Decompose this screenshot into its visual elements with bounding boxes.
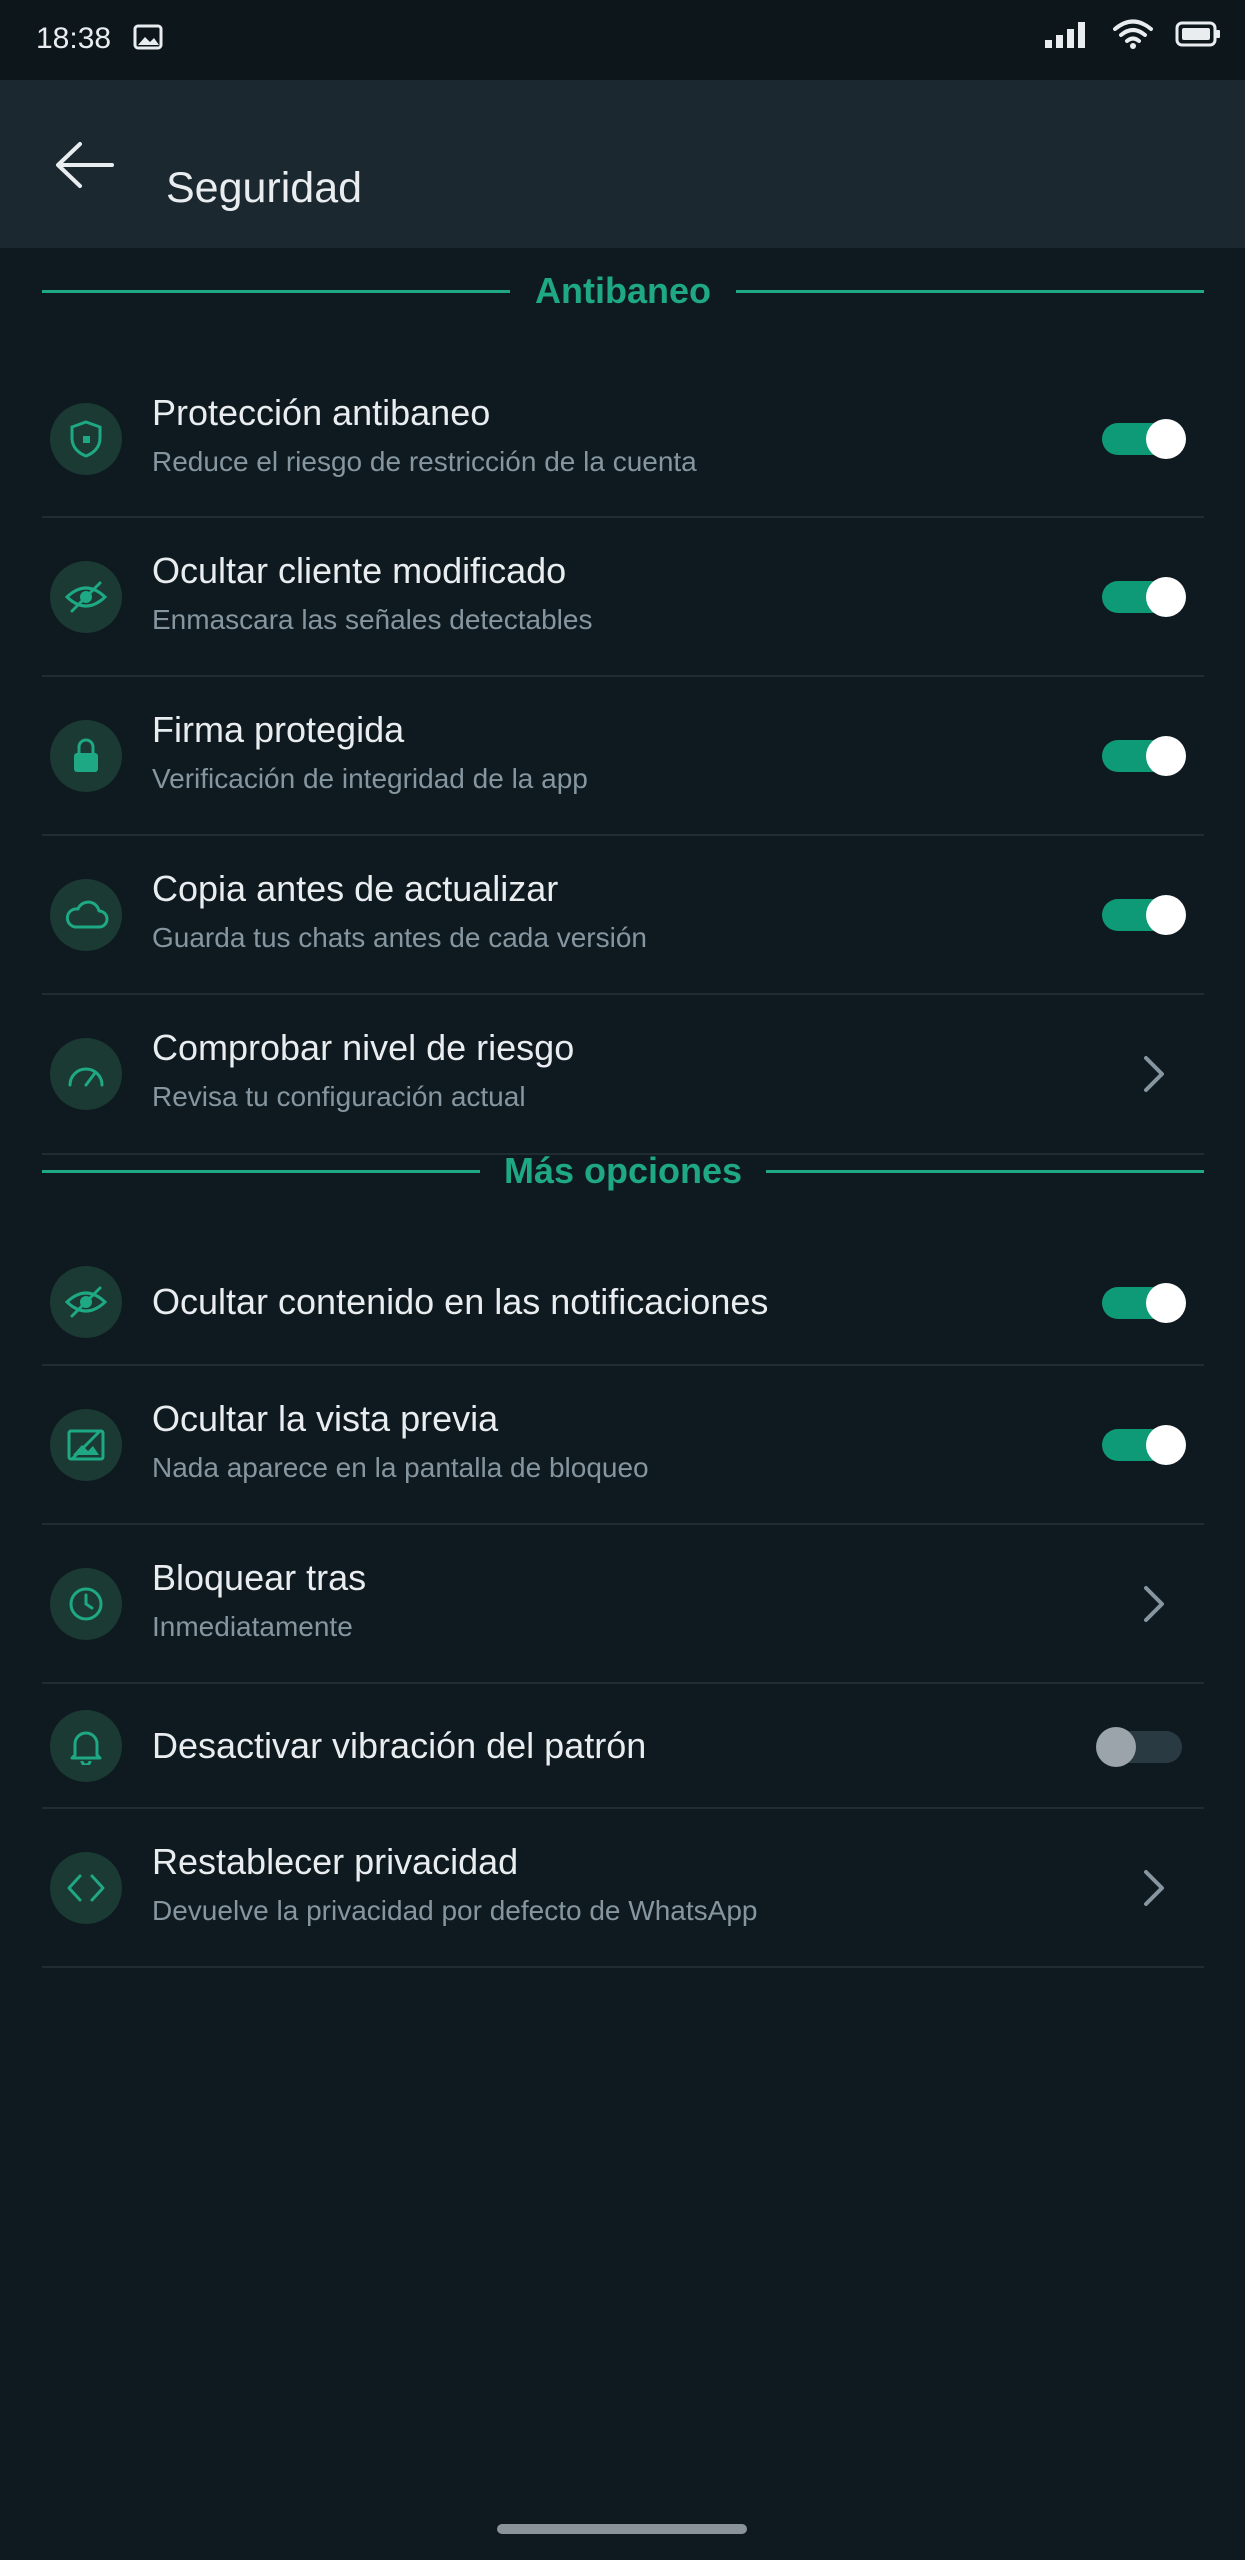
setting-row-nivel-riesgo[interactable]: Comprobar nivel de riesgo Revisa tu conf… <box>42 995 1204 1155</box>
setting-subtitle: Revisa tu configuración actual <box>152 1081 526 1112</box>
setting-title: Firma protegida <box>152 709 405 750</box>
eye-off-icon-wrap <box>50 1266 122 1338</box>
setting-title: Comprobar nivel de riesgo <box>152 1027 575 1068</box>
setting-subtitle: Reduce el riesgo de restricción de la cu… <box>152 446 697 477</box>
chevron-right-icon <box>1144 1586 1164 1622</box>
signal-icon <box>1045 22 1085 48</box>
section-title: Antibaneo <box>535 270 711 311</box>
setting-subtitle: Inmediatamente <box>152 1611 353 1642</box>
setting-title: Bloquear tras <box>152 1557 367 1598</box>
shield-icon <box>70 420 102 458</box>
cloud-icon-wrap <box>50 879 122 951</box>
app-bar: Seguridad <box>0 80 1245 248</box>
image-off-icon <box>67 1429 105 1461</box>
setting-row-firma-protegida[interactable]: Firma protegida Verificación de integrid… <box>42 677 1204 836</box>
eye-off-icon <box>64 581 108 613</box>
clock-icon <box>69 1587 103 1621</box>
setting-title: Desactivar vibración del patrón <box>152 1725 647 1766</box>
toggle-switch[interactable] <box>1096 577 1186 617</box>
setting-row-bloquear-tras[interactable]: Bloquear tras Inmediatamente <box>42 1525 1204 1684</box>
chevron-right-icon <box>1144 1870 1164 1906</box>
setting-subtitle: Enmascara las señales detectables <box>152 604 593 635</box>
toggle-switch[interactable] <box>1096 736 1186 776</box>
code-icon <box>67 1874 105 1902</box>
setting-subtitle: Nada aparece en la pantalla de bloqueo <box>152 1452 649 1483</box>
setting-row-ocultar-vista-previa[interactable]: Ocultar la vista previa Nada aparece en … <box>42 1366 1204 1525</box>
image-notification-icon <box>133 24 163 50</box>
lock-icon <box>74 738 98 772</box>
page-title: Seguridad <box>166 164 363 212</box>
setting-subtitle: Guarda tus chats antes de cada versión <box>152 922 647 953</box>
chevron-right-icon <box>1144 1056 1164 1092</box>
setting-row-restablecer-privacidad[interactable]: Restablecer privacidad Devuelve la priva… <box>42 1809 1204 1968</box>
setting-title: Ocultar cliente modificado <box>152 550 567 591</box>
section-header-antibaneo: Antibaneo <box>42 266 1204 316</box>
toggle-switch[interactable] <box>1096 1283 1186 1323</box>
lock-icon-wrap <box>50 720 122 792</box>
status-bar: 18:38 <box>0 0 1245 80</box>
eye-off-icon-wrap <box>50 561 122 633</box>
setting-title: Ocultar contenido en las notificaciones <box>152 1281 769 1322</box>
setting-subtitle: Verificación de integridad de la app <box>152 763 588 794</box>
clock-icon-wrap <box>50 1568 122 1640</box>
section-title: Más opciones <box>503 1150 743 1191</box>
setting-row-copia-antes[interactable]: Copia antes de actualizar Guarda tus cha… <box>42 836 1204 995</box>
setting-row-ocultar-contenido[interactable]: Ocultar contenido en las notificaciones <box>42 1240 1204 1366</box>
gauge-icon-wrap <box>50 1038 122 1110</box>
setting-title: Ocultar la vista previa <box>152 1398 499 1439</box>
image-off-icon-wrap <box>50 1409 122 1481</box>
setting-row-ocultar-cliente[interactable]: Ocultar cliente modificado Enmascara las… <box>42 518 1204 677</box>
eye-off-icon <box>64 1286 108 1318</box>
gauge-icon <box>68 1067 104 1087</box>
bell-icon-wrap <box>50 1710 122 1782</box>
setting-title: Restablecer privacidad <box>152 1841 519 1882</box>
toggle-switch[interactable] <box>1096 1425 1186 1465</box>
shield-icon-wrap <box>50 403 122 475</box>
back-arrow-icon[interactable] <box>50 130 120 200</box>
setting-row-proteccion-antibaneo[interactable]: Protección antibaneo Reduce el riesgo de… <box>42 360 1204 518</box>
toggle-switch[interactable] <box>1096 895 1186 935</box>
cloud-icon <box>65 900 109 929</box>
wifi-icon <box>1113 19 1153 49</box>
battery-icon <box>1175 21 1220 47</box>
toggle-switch[interactable] <box>1096 1727 1186 1767</box>
section-header-mas-opciones: Más opciones <box>42 1146 1204 1196</box>
setting-title: Protección antibaneo <box>152 392 491 433</box>
code-icon-wrap <box>50 1852 122 1924</box>
home-indicator[interactable] <box>497 2524 747 2534</box>
setting-row-desactivar-vibracion[interactable]: Desactivar vibración del patrón <box>42 1684 1204 1809</box>
setting-title: Copia antes de actualizar <box>152 868 559 909</box>
status-time: 18:38 <box>36 22 112 55</box>
setting-subtitle: Devuelve la privacidad por defecto de Wh… <box>152 1895 758 1926</box>
toggle-switch[interactable] <box>1096 419 1186 459</box>
bell-icon <box>70 1731 102 1765</box>
